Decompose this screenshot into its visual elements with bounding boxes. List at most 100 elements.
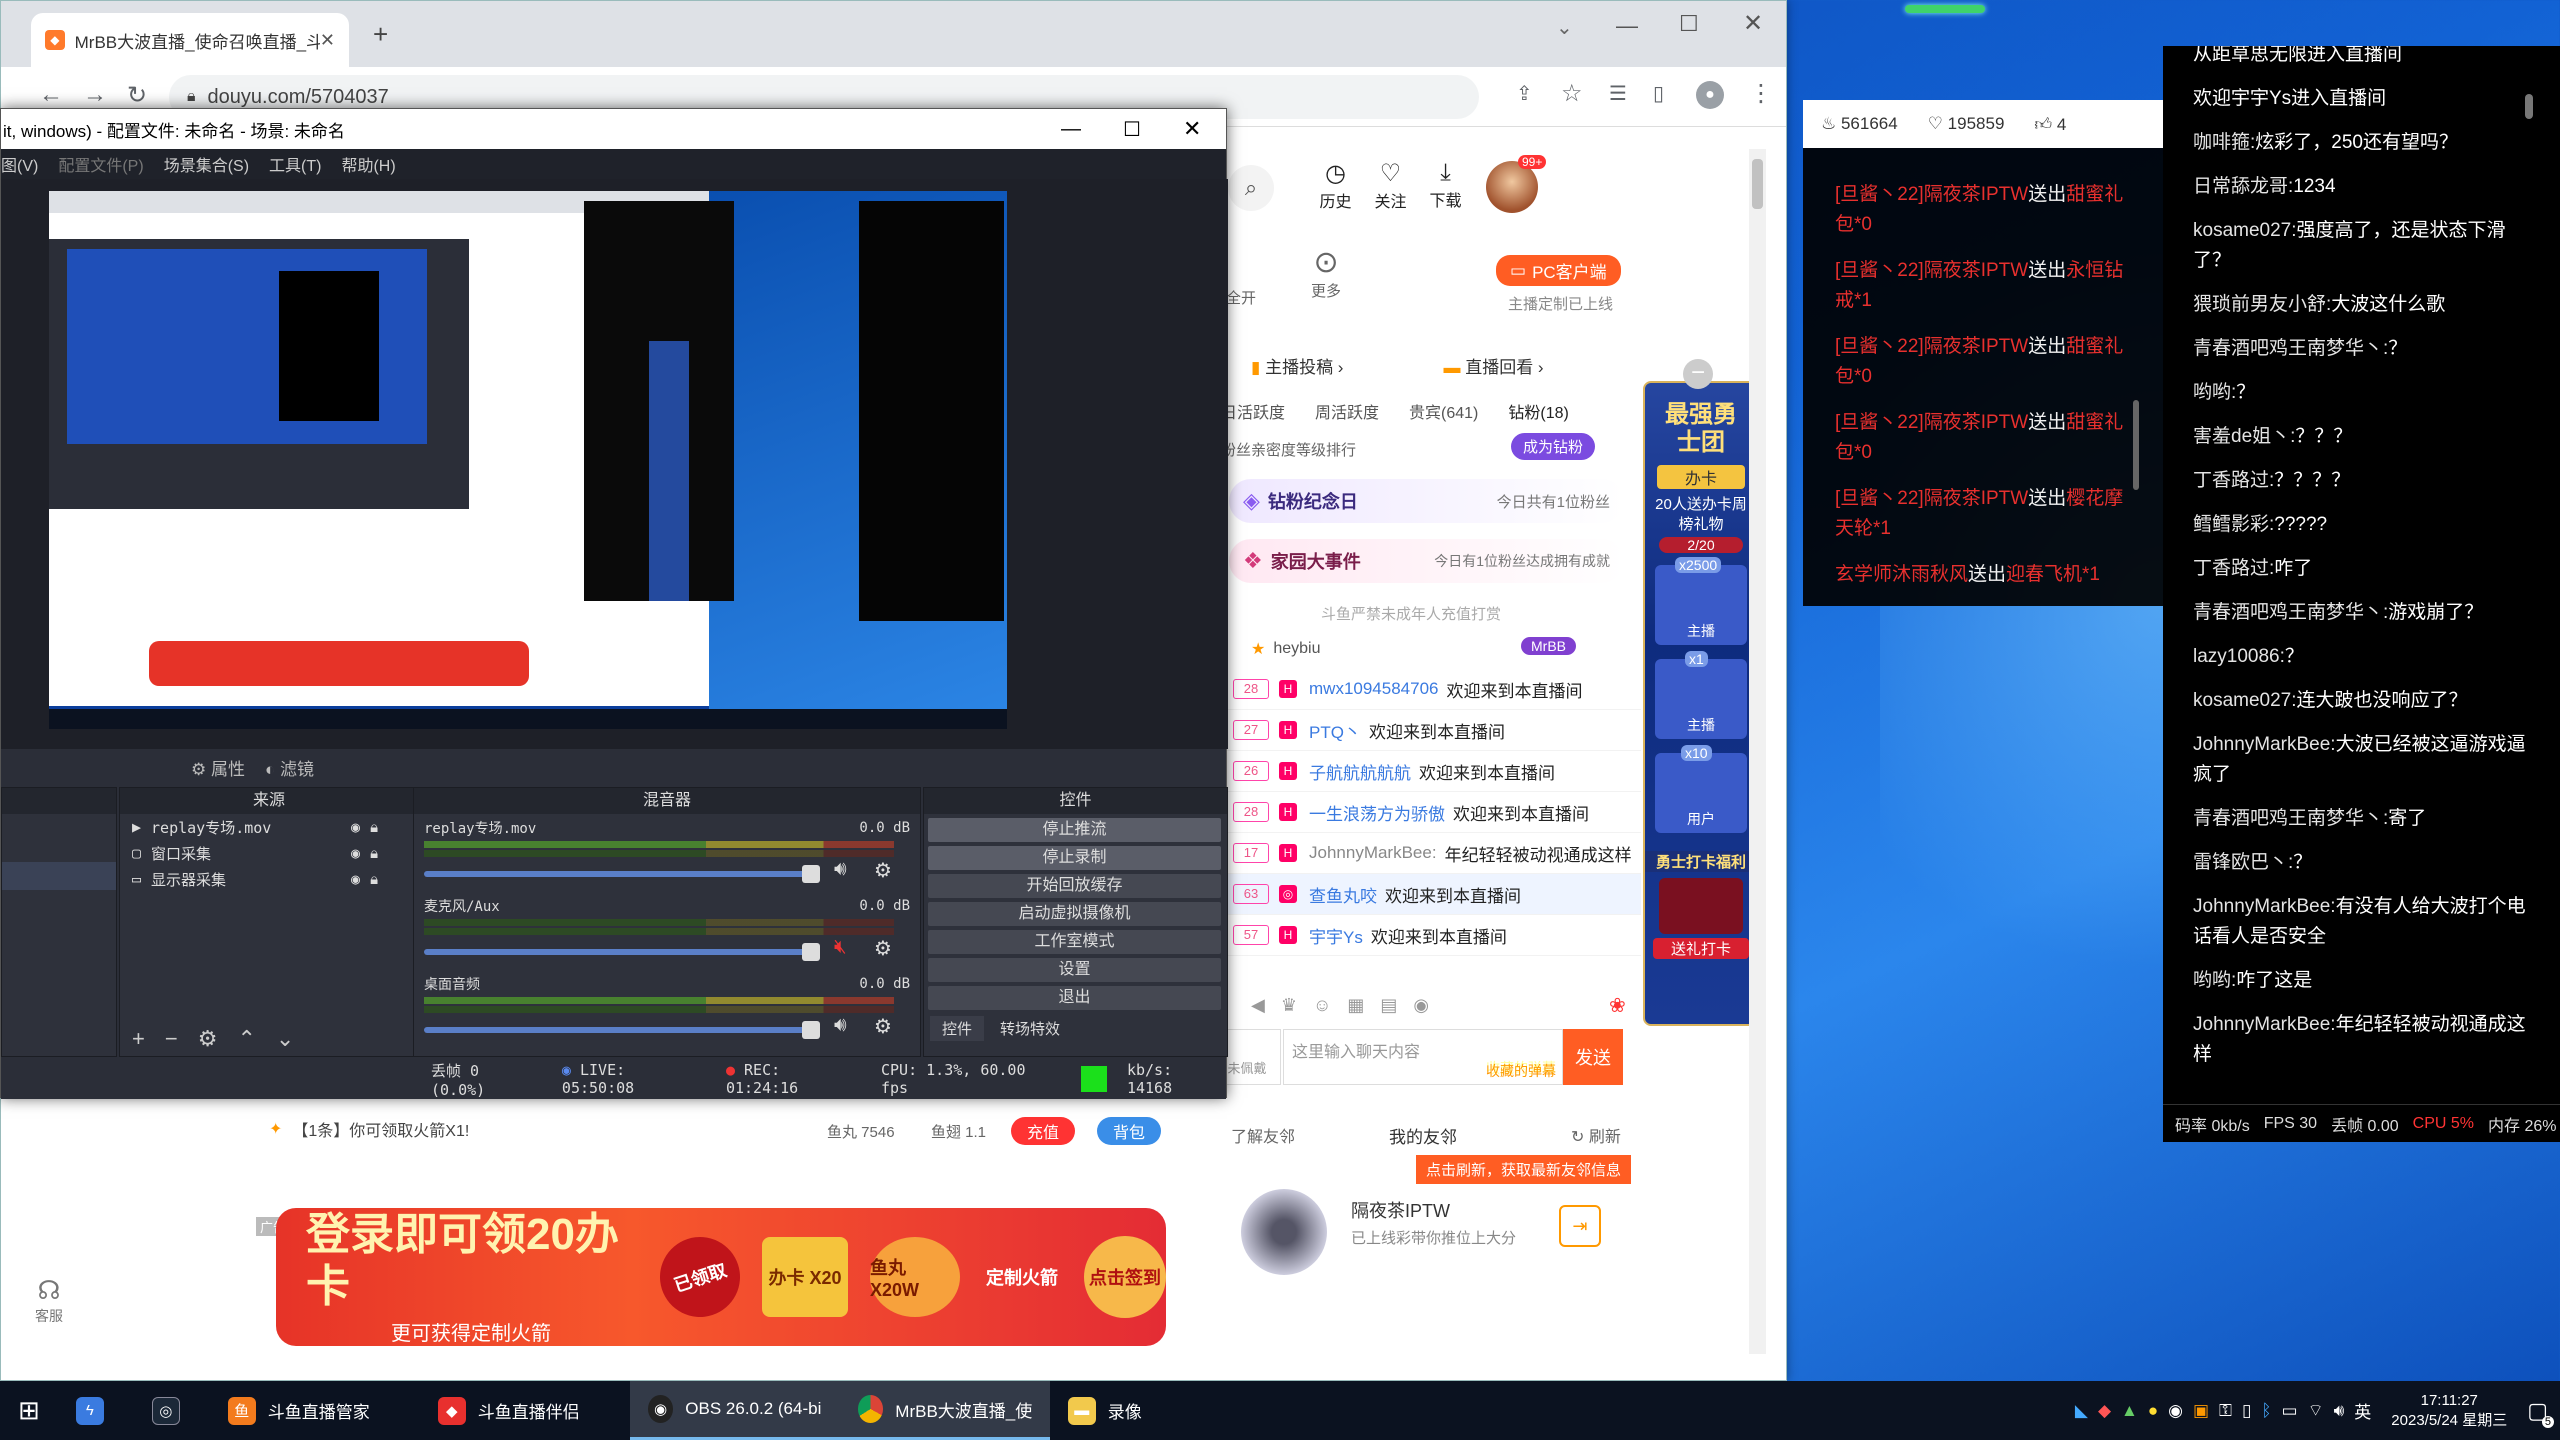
tab-weekly[interactable]: 周活跃度 [1315,399,1379,423]
tray-icon-6[interactable]: ▣ [2193,1401,2209,1421]
lock-icon[interactable]: 🔒︎ [370,844,378,862]
replay-link[interactable]: ▬ 直播回看 › [1443,353,1543,378]
virtual-camera-button[interactable]: 启动虚拟摄像机 [928,902,1221,926]
obs-preview[interactable] [49,191,1007,729]
recharge-button[interactable]: 充值 [1011,1117,1076,1145]
lock-icon[interactable]: 🔒︎ [370,870,378,888]
add-icon[interactable]: + [132,1026,145,1052]
gift-scrollbar[interactable] [2133,400,2139,490]
card-icon[interactable]: ▦ [1347,995,1364,1016]
reward-2[interactable]: x1 主播 [1655,651,1747,739]
follow-link[interactable]: ♡ 关注 [1368,159,1413,212]
filters-button[interactable]: ◐ 滤镜 [265,755,314,780]
usb-icon[interactable]: ▯ [2242,1401,2251,1421]
tab-diamond[interactable]: 钻粉(18) [1508,399,1568,423]
source-item[interactable]: ▶ replay专场.mov ◉ 🔒︎ [120,814,418,840]
volume-slider[interactable] [424,943,820,961]
volume-slider[interactable] [424,865,820,883]
bluetooth-icon[interactable]: ᛒ [2261,1401,2271,1421]
source-item[interactable]: ▭ 显示器采集 ◉ 🔒︎ [120,866,418,892]
side-panel-icon[interactable]: ▯ [1653,81,1664,106]
speaker-icon[interactable]: 🔊︎ [834,1014,847,1037]
eye-icon[interactable]: ◉ [351,818,360,836]
menu-scene-collection[interactable]: 场景集合(S) [164,152,249,176]
menu-tools[interactable]: 工具(T) [269,152,321,176]
remove-icon[interactable]: − [165,1026,178,1052]
studio-mode-button[interactable]: 工作室模式 [928,930,1221,954]
taskbar-app-douyu-companion[interactable]: ◆ 斗鱼直播伴侣 [420,1381,630,1440]
menu-kebab-icon[interactable]: ⋮ [1749,79,1773,108]
reload-icon[interactable]: ↻ [127,81,147,110]
stop-stream-button[interactable]: 停止推流 [928,818,1221,842]
menu-profile[interactable]: 配置文件(P) [58,152,143,176]
channel-gear-icon[interactable]: ⚙ [874,858,892,883]
friend-avatar[interactable] [1241,1189,1327,1275]
send-gift-button[interactable]: 送礼打卡 [1653,938,1749,959]
back-icon[interactable]: ← [39,81,63,109]
tray-icon-3[interactable]: ▲ [2121,1401,2138,1421]
more-link[interactable]: ⊙ 更多 [1311,245,1341,301]
search-icon[interactable]: ⌕ [1228,165,1274,211]
bookmark-star-icon[interactable]: ☆ [1561,79,1583,108]
obs-minimize-icon[interactable]: — [1061,118,1081,141]
pc-client-button[interactable]: ▭ PC客户端 [1496,255,1621,286]
kefu-button[interactable]: ☊ 客服 [35,1275,63,1326]
tray-icon-2[interactable]: ◆ [2098,1401,2111,1421]
source-item[interactable]: ▢ 窗口采集 ◉ 🔒︎ [120,840,418,866]
history-link[interactable]: ◷ 历史 [1313,159,1358,212]
reading-list-icon[interactable]: ☰ [1609,81,1627,106]
family-event-banner[interactable]: ❖ 家园大事件 今日有1位粉丝达成拥有成就 [1229,539,1624,583]
tab-search-icon[interactable]: ⌄ [1556,15,1573,40]
tray-icon-1[interactable]: ◣ [2075,1401,2088,1421]
notification-icon[interactable]: ▢ 5 [2527,1398,2554,1428]
steam-app[interactable]: ◎ [134,1381,210,1440]
saved-danmu-label[interactable]: 收藏的弹幕 [1486,1061,1556,1081]
warrior-team-panel[interactable]: − 最强勇士团 办卡 20人送办卡周榜礼物 2/20 x2500 主播 x1 主播 … [1643,359,1759,1026]
lock-icon[interactable]: 🔒︎ [370,818,378,836]
settings-icon[interactable]: ⚙ [198,1026,218,1052]
minimize-icon[interactable]: — [1616,13,1638,39]
shop-icon[interactable]: ▤ [1380,995,1397,1016]
menu-view[interactable]: 图(V) [1,152,38,176]
muted-speaker-icon[interactable]: 🔇︎ [834,936,847,959]
eye-icon[interactable]: ◉ [351,844,360,862]
maximize-icon[interactable]: ☐ [1679,11,1699,37]
record-icon[interactable]: ◉ [1413,995,1429,1016]
send-button[interactable]: 发送 [1563,1029,1623,1085]
channel-gear-icon[interactable]: ⚙ [874,936,892,961]
diamond-day-banner[interactable]: ◈ 钻粉纪念日 今日共有1位粉丝 [1229,479,1624,523]
vertical-scrollbar[interactable] [1749,149,1766,1354]
my-friends[interactable]: 我的友邻 [1389,1123,1457,1148]
start-button[interactable]: ⊞ [0,1381,58,1440]
wifi-icon[interactable]: ⌔ [2308,1400,2324,1421]
taskbar-app-recordings[interactable]: ▬ 录像 [1050,1381,1180,1440]
reward-3[interactable]: x10 用户 [1655,745,1747,833]
refresh-button[interactable]: ↻ 刷新 [1571,1123,1621,1147]
taskbar-app-obs[interactable]: ◉ OBS 26.0.2 (64-bi... [629,1381,840,1440]
speaker-icon[interactable]: 🔊︎ [834,858,847,881]
settings-button[interactable]: 设置 [928,958,1221,982]
learn-friends[interactable]: 了解友邻 [1231,1123,1295,1147]
clock[interactable]: 17:11:27 2023/5/24 星期三 [2391,1391,2507,1431]
download-link[interactable]: ⤓ 下载 [1423,159,1468,211]
tray-icon-7[interactable]: ⚿ [2219,1401,2232,1421]
fullscreen-label[interactable]: 全开 [1226,287,1256,308]
tab-daily[interactable]: 日活跃度 [1221,399,1285,423]
submission-link[interactable]: ▮ 主播投稿 › [1251,353,1343,378]
profile-icon[interactable]: ● [1696,81,1724,109]
pinned-app-1[interactable]: ϟ [58,1381,134,1440]
taskbar-app-chrome[interactable]: MrBB大波直播_使... [839,1381,1050,1440]
emoji-icon[interactable]: ☺ [1313,995,1331,1016]
tray-icon-5[interactable]: ◉ [2168,1401,2183,1421]
ime-indicator[interactable]: 英 [2354,1398,2371,1423]
become-fan-button[interactable]: 成为钻粉 [1511,433,1596,460]
eye-icon[interactable]: ◉ [351,870,360,888]
gift-icon[interactable]: ❀ [1609,993,1626,1018]
reward-1[interactable]: x2500 主播 [1655,557,1747,645]
friend-name[interactable]: 隔夜茶IPTW [1351,1197,1450,1223]
channel-gear-icon[interactable]: ⚙ [874,1014,892,1039]
scene-item-selected[interactable] [2,862,116,890]
forward-icon[interactable]: → [83,81,107,109]
network-icon[interactable]: ▭ [2282,1401,2298,1421]
invite-icon[interactable]: ⇥ [1559,1205,1601,1247]
